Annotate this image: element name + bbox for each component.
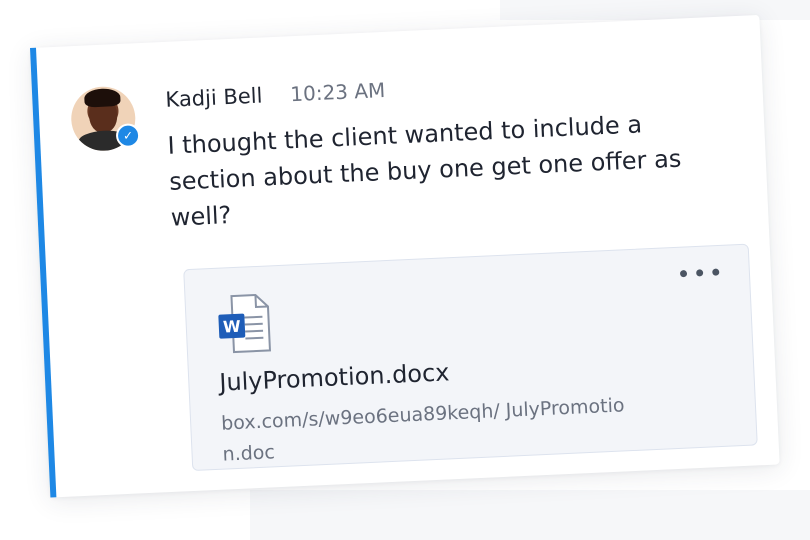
message-scene: ✓ Kadji Bell 10:23 AM I thought the clie…: [0, 0, 810, 540]
svg-text:W: W: [223, 317, 242, 337]
file-name[interactable]: JulyPromotion.docx: [219, 358, 450, 396]
author-name[interactable]: Kadji Bell: [165, 84, 263, 112]
message-card[interactable]: ✓ Kadji Bell 10:23 AM I thought the clie…: [30, 14, 780, 498]
more-options-icon[interactable]: •••: [676, 259, 726, 289]
avatar[interactable]: ✓: [69, 85, 141, 153]
verified-check-icon: ✓: [115, 123, 141, 149]
file-link[interactable]: box.com/s/w9eo6eua89keqh/ JulyPromotion.…: [221, 390, 643, 471]
accent-bar: [30, 47, 57, 498]
background-shape: [250, 490, 810, 540]
attachment-card[interactable]: W ••• JulyPromotion.docx box.com/s/w9eo6…: [183, 243, 758, 472]
avatar-hair: [83, 87, 121, 108]
message-text: I thought the client wanted to include a…: [166, 110, 682, 232]
word-doc-icon: W: [218, 294, 272, 354]
background-shape: [500, 0, 810, 20]
message-timestamp[interactable]: 10:23 AM: [290, 78, 386, 106]
